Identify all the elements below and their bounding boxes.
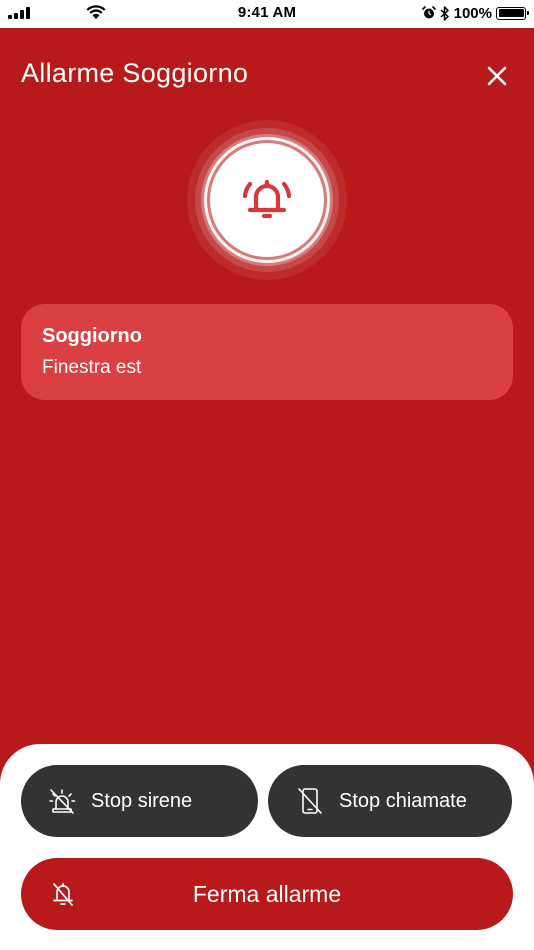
- phone-off-icon: [298, 788, 322, 814]
- stop-calls-label: Stop chiamate: [339, 789, 467, 812]
- stop-alarm-label: Ferma allarme: [192, 880, 342, 907]
- stop-calls-button[interactable]: Stop chiamate: [268, 765, 512, 837]
- battery-level: [498, 9, 524, 17]
- bluetooth-icon: [440, 5, 449, 21]
- sensor-room: Soggiorno: [42, 325, 142, 347]
- bell-ringing-icon: [242, 179, 292, 219]
- status-right-group: 100%: [421, 3, 529, 23]
- alarm-clock-icon: [421, 6, 436, 19]
- alarm-bell-indicator: [187, 120, 347, 280]
- siren-off-icon: [49, 789, 76, 814]
- bell-circle: [210, 143, 324, 257]
- alarm-screen: 9:41 AM 100% Allarme Soggiorno Soggiorno…: [0, 0, 534, 950]
- battery-percent: 100%: [453, 4, 492, 22]
- close-icon: [487, 66, 507, 86]
- page-title: Allarme Soggiorno: [21, 58, 249, 88]
- status-bar: 9:41 AM 100%: [0, 0, 534, 28]
- stop-alarm-button[interactable]: Ferma allarme: [21, 858, 513, 930]
- stop-sirens-button[interactable]: Stop sirene: [21, 765, 258, 837]
- sensor-card: Soggiorno Finestra est: [21, 304, 513, 400]
- stop-sirens-label: Stop sirene: [91, 789, 193, 812]
- bell-off-icon: [53, 883, 73, 906]
- sensor-device: Finestra est: [42, 357, 142, 378]
- close-button[interactable]: [481, 60, 513, 92]
- battery-icon: [496, 6, 529, 20]
